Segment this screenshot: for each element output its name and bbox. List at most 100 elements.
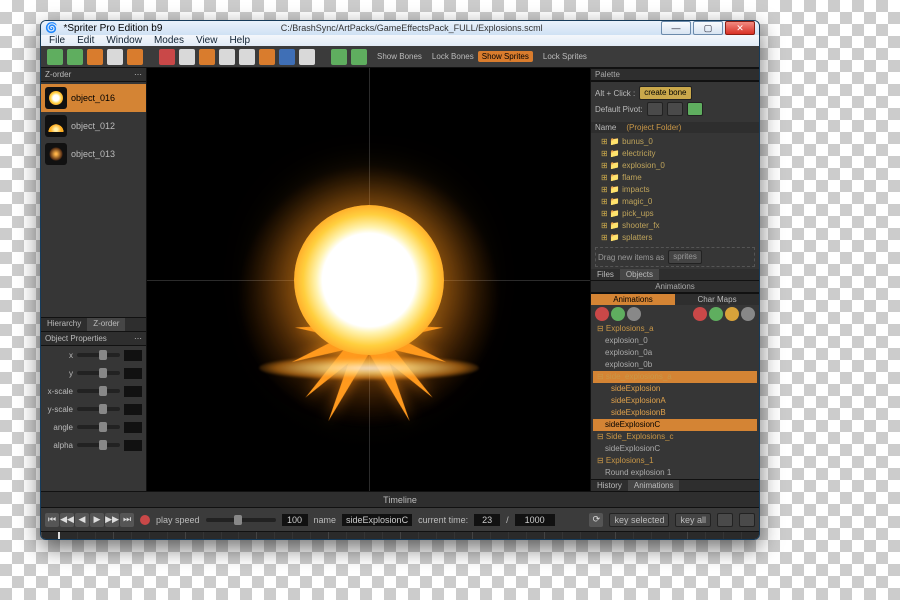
copy-icon[interactable] <box>179 49 195 65</box>
tree-folder[interactable]: impacts <box>591 184 759 196</box>
tab-objects[interactable]: Objects <box>620 269 659 280</box>
delete-icon[interactable] <box>159 49 175 65</box>
tab-animations[interactable]: Animations <box>591 294 675 305</box>
repeat-button[interactable]: ⟳ <box>589 513 603 527</box>
prop-slider[interactable] <box>77 407 120 411</box>
key-all-button[interactable]: key all <box>675 513 711 527</box>
anim-delete2-icon[interactable] <box>693 307 707 321</box>
prev-frame-button[interactable]: ◀◀ <box>60 513 74 527</box>
animation-item[interactable]: sideExplosionC <box>593 419 757 431</box>
next-frame-button[interactable]: ▶▶ <box>105 513 119 527</box>
record-button[interactable] <box>140 515 150 525</box>
anim-add-icon[interactable] <box>611 307 625 321</box>
prop-value[interactable] <box>124 422 142 433</box>
prop-value[interactable] <box>124 404 142 415</box>
key-selected-button[interactable]: key selected <box>609 513 669 527</box>
animation-item[interactable]: explosion_0b <box>593 359 757 371</box>
animation-item[interactable]: ⊟ Explosions_1 <box>593 455 757 467</box>
prop-slider[interactable] <box>77 443 120 447</box>
menu-window[interactable]: Window <box>106 35 142 46</box>
tree-folder[interactable]: flame <box>591 172 759 184</box>
last-frame-button[interactable]: ⏭ <box>120 513 134 527</box>
tab-history[interactable]: History <box>591 480 628 491</box>
grid-icon[interactable] <box>351 49 367 65</box>
play-button[interactable]: ▶ <box>90 513 104 527</box>
tree-folder[interactable]: explosion_0 <box>591 160 759 172</box>
minimize-button[interactable]: — <box>661 21 691 35</box>
open-icon[interactable] <box>107 49 123 65</box>
new-icon[interactable] <box>87 49 103 65</box>
playhead[interactable] <box>58 532 60 540</box>
anim-copy-icon[interactable] <box>627 307 641 321</box>
cut-icon[interactable] <box>219 49 235 65</box>
tool-d-icon[interactable] <box>299 49 315 65</box>
tree-folder[interactable]: splatters <box>591 232 759 244</box>
asset-tree[interactable]: bunus_0electricityexplosion_0flameimpact… <box>591 135 759 245</box>
tool-a-icon[interactable] <box>239 49 255 65</box>
lock-sprites-toggle[interactable]: Lock Sprites <box>543 52 587 61</box>
animation-item[interactable]: sideExplosion <box>593 383 757 395</box>
snap-icon[interactable] <box>331 49 347 65</box>
timeline-opt-a[interactable] <box>717 513 733 527</box>
viewport[interactable] <box>147 68 591 491</box>
anim-dup-icon[interactable] <box>725 307 739 321</box>
show-bones-toggle[interactable]: Show Bones <box>377 52 422 61</box>
drag-mode-sprites[interactable]: sprites <box>668 250 702 264</box>
tab-charmaps[interactable]: Char Maps <box>675 294 759 305</box>
menu-help[interactable]: Help <box>229 35 250 46</box>
prop-slider[interactable] <box>77 389 120 393</box>
anim-add2-icon[interactable] <box>709 307 723 321</box>
maximize-button[interactable]: ▢ <box>693 21 723 35</box>
titlebar[interactable]: 🌀 *Spriter Pro Edition b9 C:/BrashSync/A… <box>41 21 759 35</box>
prop-value[interactable] <box>124 368 142 379</box>
animation-item[interactable]: Round explosion 1 <box>593 467 757 479</box>
prop-value[interactable] <box>124 386 142 397</box>
tree-folder[interactable]: shooter_fx <box>591 220 759 232</box>
show-sprites-toggle[interactable]: Show Sprites <box>478 51 533 62</box>
zorder-item[interactable]: object_016 <box>41 84 146 112</box>
close-button[interactable]: ✕ <box>725 21 755 35</box>
timeline-opt-b[interactable] <box>739 513 755 527</box>
tool-b-icon[interactable] <box>259 49 275 65</box>
tab-hierarchy[interactable]: Hierarchy <box>41 318 87 331</box>
timeline-ruler[interactable] <box>41 531 759 540</box>
anim-name-field[interactable]: sideExplosionC <box>342 514 412 526</box>
prop-slider[interactable] <box>77 371 120 375</box>
anim-delete-icon[interactable] <box>595 307 609 321</box>
redo-icon[interactable] <box>67 49 83 65</box>
menu-file[interactable]: File <box>49 35 65 46</box>
total-time-field[interactable]: 1000 <box>515 514 555 526</box>
pivot-a-button[interactable] <box>647 102 663 116</box>
tab-zorder[interactable]: Z-order <box>87 318 125 331</box>
animation-item[interactable]: sideExplosionA <box>593 395 757 407</box>
lock-bones-toggle[interactable]: Lock Bones <box>432 52 474 61</box>
play-back-button[interactable]: ◀ <box>75 513 89 527</box>
play-speed-value[interactable]: 100 <box>282 514 308 526</box>
save-icon[interactable] <box>127 49 143 65</box>
animation-item[interactable]: ⊟ Side_Explosions_c <box>593 431 757 443</box>
menu-modes[interactable]: Modes <box>154 35 184 46</box>
zorder-item[interactable]: object_012 <box>41 112 146 140</box>
animation-item[interactable]: ⊟ Explosions_a <box>593 323 757 335</box>
prop-slider[interactable] <box>77 425 120 429</box>
paste-icon[interactable] <box>199 49 215 65</box>
zorder-item[interactable]: object_013 <box>41 140 146 168</box>
tab-animations-bottom[interactable]: Animations <box>628 480 680 491</box>
first-frame-button[interactable]: ⏮ <box>45 513 59 527</box>
animation-item[interactable]: explosion_0a <box>593 347 757 359</box>
prop-slider[interactable] <box>77 353 120 357</box>
pivot-b-button[interactable] <box>667 102 683 116</box>
menu-view[interactable]: View <box>196 35 218 46</box>
animation-list[interactable]: ⊟ Explosions_aexplosion_0explosion_0aexp… <box>591 323 759 479</box>
tab-files[interactable]: Files <box>591 269 620 280</box>
tree-folder[interactable]: pick_ups <box>591 208 759 220</box>
sprite-core[interactable] <box>294 205 444 355</box>
animation-item[interactable]: ⊟ side_explosions_a <box>593 371 757 383</box>
prop-value[interactable] <box>124 440 142 451</box>
menu-edit[interactable]: Edit <box>77 35 94 46</box>
pivot-refresh-button[interactable] <box>687 102 703 116</box>
tree-folder[interactable]: electricity <box>591 148 759 160</box>
tree-file[interactable]: Explosions.scml_000.png <box>591 244 759 245</box>
tree-folder[interactable]: magic_0 <box>591 196 759 208</box>
play-speed-slider[interactable] <box>206 518 276 522</box>
